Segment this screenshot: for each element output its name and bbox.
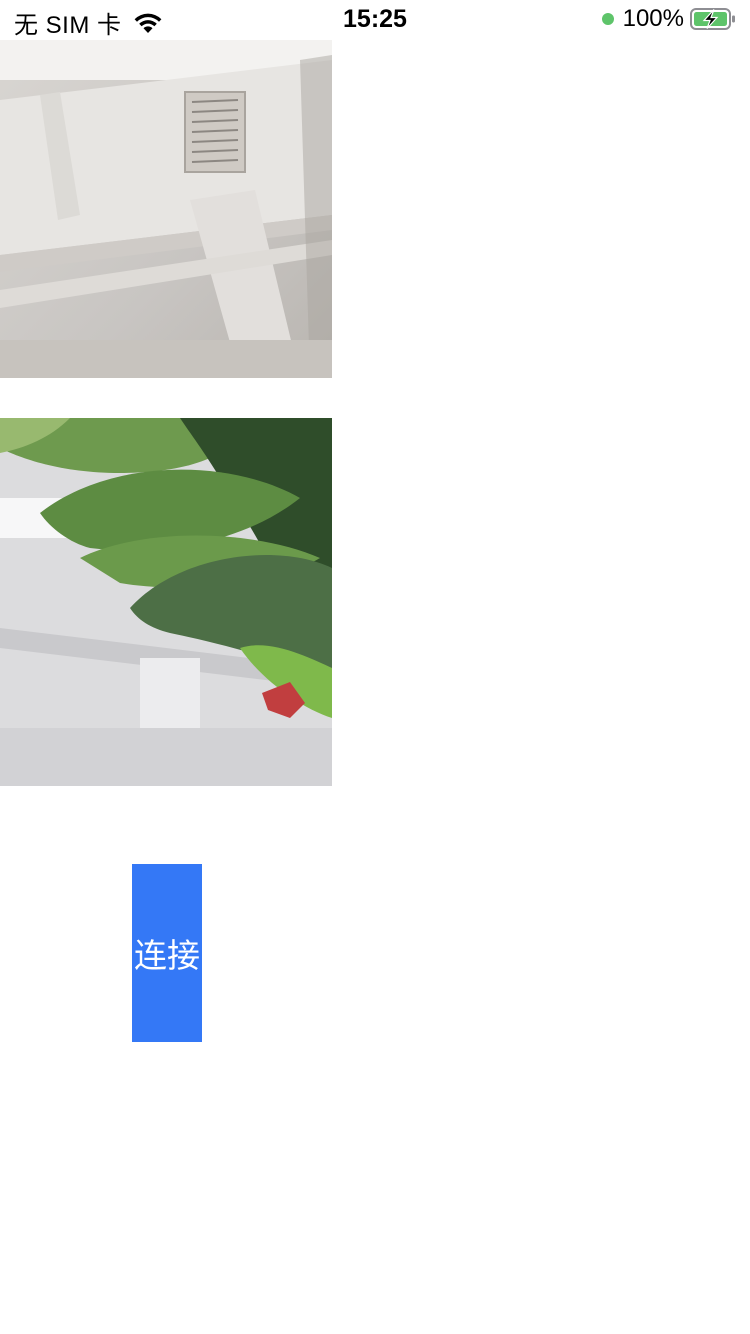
plant-leaves-photo — [0, 418, 332, 786]
ceiling-duct-photo — [0, 40, 332, 378]
battery-charging-icon — [690, 8, 735, 30]
status-bar: 无 SIM 卡 15:25 100% — [0, 0, 750, 40]
screen: 无 SIM 卡 15:25 100% 连接 — [0, 0, 750, 1334]
status-right: 100% — [601, 5, 736, 33]
battery-percent: 100% — [622, 5, 684, 32]
connect-button[interactable]: 连接 — [132, 864, 202, 1042]
green-dot-icon — [601, 13, 614, 25]
